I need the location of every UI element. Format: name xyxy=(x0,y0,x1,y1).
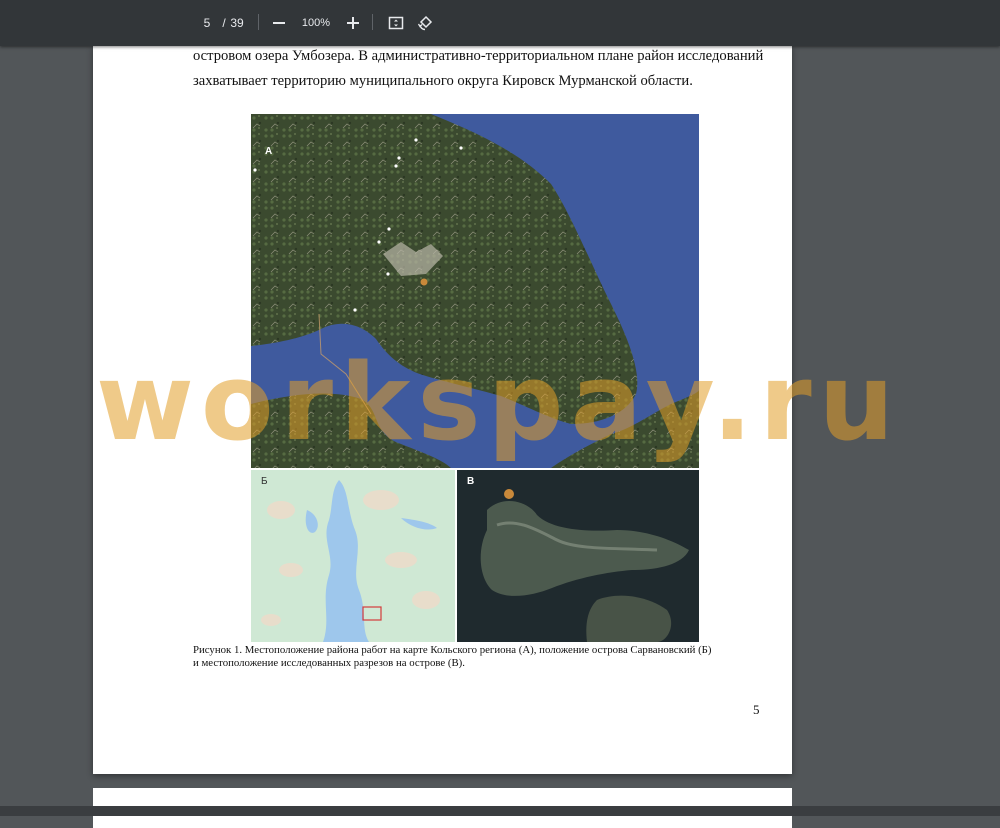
fit-to-page-button[interactable] xyxy=(385,0,407,46)
map-label-b: Б xyxy=(261,476,268,487)
page-number-input[interactable]: 5 xyxy=(198,0,216,46)
satellite-map-image xyxy=(251,114,699,468)
zoom-in-button[interactable] xyxy=(342,0,364,46)
viewer-bottom-strip xyxy=(0,806,1000,816)
map-label-c: B xyxy=(467,476,475,487)
paragraph-line: захватывает территорию муниципального ок… xyxy=(193,73,693,89)
zoom-level-input[interactable]: 100% xyxy=(298,0,334,46)
caption-line: и местоположение исследованных разрезов … xyxy=(193,657,465,669)
figure-map-kola-region: A xyxy=(251,114,699,468)
figure-map-sarvanovsky-island: B xyxy=(457,470,699,642)
rotate-icon xyxy=(417,15,433,31)
caption-line: Рисунок 1. Местоположение района работ н… xyxy=(193,644,712,656)
lake-map-image xyxy=(251,470,455,642)
minus-icon xyxy=(273,22,285,24)
toolbar-divider xyxy=(258,14,259,30)
paragraph-line: островом озера Умбозера. В административ… xyxy=(193,48,764,64)
page-total: 39 xyxy=(230,16,244,30)
toolbar-divider xyxy=(372,14,373,30)
pdf-toolbar: 5 / 39 100% xyxy=(0,0,1000,46)
pdf-page: островом озера Умбозера. В административ… xyxy=(93,46,792,774)
map-label-a: A xyxy=(265,146,273,157)
page-separator: / xyxy=(222,16,226,30)
rotate-button[interactable] xyxy=(414,0,436,46)
plus-icon xyxy=(347,17,359,29)
figure-caption: Рисунок 1. Местоположение района работ н… xyxy=(193,644,773,670)
page-number: 5 xyxy=(753,702,760,717)
figure-map-umbozero: Б xyxy=(251,470,455,642)
island-satellite-image xyxy=(457,470,699,642)
zoom-out-button[interactable] xyxy=(268,0,290,46)
fit-page-icon xyxy=(388,16,404,30)
